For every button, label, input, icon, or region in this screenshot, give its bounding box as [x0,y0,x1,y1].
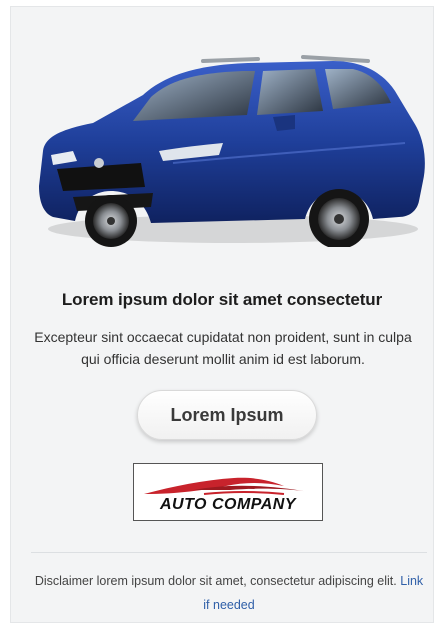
logo-text: AUTO COMPANY [159,496,297,513]
disclaimer-text: Disclaimer lorem ipsum dolor sit amet, c… [34,574,397,588]
auto-company-logo[interactable]: AUTO COMPANY [133,463,323,521]
ad-headline: Lorem ipsum dolor sit amet consectetur [61,290,383,309]
car-image[interactable] [33,51,425,249]
car-photo-icon [39,55,425,249]
cta-button[interactable]: Lorem Ipsum [137,390,317,440]
ad-body-text: Excepteur sint occaecat cupidatat non pr… [34,329,412,367]
ad-card[interactable]: Lorem ipsum dolor sit amet consectetur E… [10,6,434,623]
divider [31,552,427,553]
disclaimer: Disclaimer lorem ipsum dolor sit amet, c… [31,569,427,617]
